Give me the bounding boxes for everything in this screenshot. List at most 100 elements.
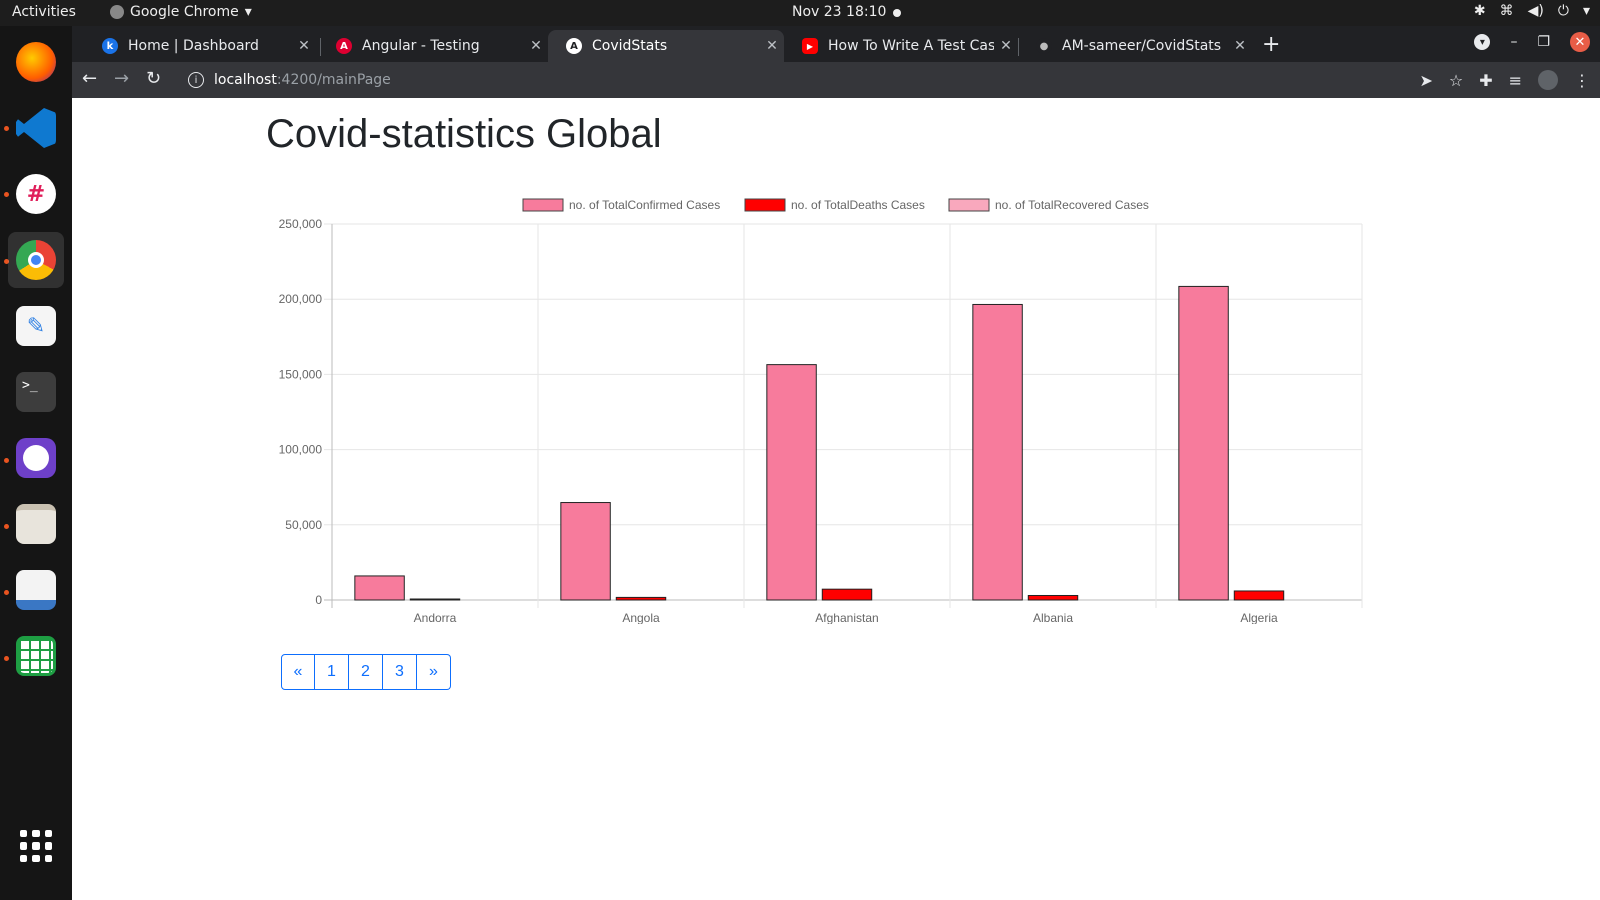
chart-legend: no. of TotalConfirmed Cases no. of TotalD… bbox=[522, 198, 1149, 212]
dock-text-editor[interactable]: ✎ bbox=[8, 298, 64, 354]
tab-test-case-video[interactable]: ▶ How To Write A Test Case ✕ bbox=[784, 30, 1018, 62]
firefox-icon bbox=[16, 42, 56, 82]
tab-search-icon[interactable]: ▾ bbox=[1474, 34, 1491, 50]
legend-swatch bbox=[522, 198, 564, 212]
bar-0-afghanistan bbox=[766, 364, 817, 601]
tab-title: Home | Dashboard bbox=[128, 38, 259, 54]
dock-firefox[interactable] bbox=[8, 34, 64, 90]
tab-close-icon[interactable]: ✕ bbox=[1228, 38, 1252, 54]
site-info-icon[interactable]: i bbox=[188, 72, 204, 88]
y-tick-label: 50,000 bbox=[285, 518, 322, 532]
back-arrow-icon[interactable]: ← bbox=[82, 68, 97, 89]
maximize-icon[interactable]: ❐ bbox=[1537, 34, 1550, 50]
x-tick-label: Angola bbox=[622, 611, 660, 624]
chrome-icon bbox=[16, 240, 56, 280]
tab-close-icon[interactable]: ✕ bbox=[760, 38, 784, 54]
clock[interactable]: Nov 23 18:10 bbox=[792, 4, 886, 20]
y-tick-label: 150,000 bbox=[279, 367, 323, 381]
address-bar[interactable]: i localhost:4200/mainPage bbox=[178, 66, 1368, 94]
bar-1-albania bbox=[1027, 594, 1079, 601]
new-tab-plus-icon[interactable]: + bbox=[1262, 32, 1280, 57]
tab-close-icon[interactable]: ✕ bbox=[524, 38, 548, 54]
y-axis: 0 50,000 100,000 150,000 200,000 250,000 bbox=[279, 217, 323, 607]
tray-caret-icon[interactable]: ▾ bbox=[1583, 3, 1590, 19]
x-tick-label: Albania bbox=[1033, 611, 1073, 624]
x-tick-label: Afghanistan bbox=[815, 611, 878, 624]
browser-toolbar: ← → ↻ i localhost:4200/mainPage ➤ ☆ ✚ ≡ … bbox=[72, 62, 1600, 98]
profile-avatar-icon[interactable] bbox=[1538, 70, 1558, 90]
document-viewer-icon bbox=[16, 570, 56, 610]
toolbar-actions: ➤ ☆ ✚ ≡ ⋮ bbox=[1419, 70, 1590, 90]
angular-favicon-icon: A bbox=[566, 38, 582, 54]
tab-home-dashboard[interactable]: k Home | Dashboard ✕ bbox=[84, 30, 316, 62]
slack-icon: # bbox=[16, 174, 56, 214]
tab-close-icon[interactable]: ✕ bbox=[292, 38, 316, 54]
y-tick-label: 250,000 bbox=[279, 217, 323, 231]
tab-covidstats[interactable]: A CovidStats ✕ bbox=[548, 30, 784, 62]
app-menu-label: Google Chrome bbox=[130, 4, 239, 20]
volume-icon[interactable]: ◀) bbox=[1528, 3, 1544, 19]
angular-favicon-icon: A bbox=[336, 38, 352, 54]
pagination-next[interactable]: » bbox=[417, 654, 451, 690]
files-icon bbox=[16, 504, 56, 544]
dock-document-viewer[interactable] bbox=[8, 562, 64, 618]
kebab-menu-icon[interactable]: ⋮ bbox=[1574, 71, 1590, 90]
dock-chrome[interactable] bbox=[8, 232, 64, 288]
bar-1-afghanistan bbox=[821, 588, 873, 601]
x-tick-label: Andorra bbox=[414, 611, 457, 624]
tab-title: AM-sameer/CovidStats bbox=[1062, 38, 1222, 54]
power-icon[interactable]: ⏻ bbox=[1558, 3, 1569, 19]
pagination: «1 2 3» bbox=[281, 654, 451, 690]
minimize-icon[interactable]: – bbox=[1510, 34, 1517, 50]
extensions-tray-icon[interactable]: ✱ bbox=[1474, 3, 1486, 19]
pagination-prev[interactable]: « bbox=[281, 654, 315, 690]
github-favicon-icon: ● bbox=[1036, 38, 1052, 54]
tab-close-icon[interactable]: ✕ bbox=[994, 38, 1018, 54]
dock-github[interactable] bbox=[8, 430, 64, 486]
legend-swatch bbox=[744, 198, 786, 212]
media-queue-icon[interactable]: ≡ bbox=[1509, 71, 1522, 90]
forward-arrow-icon[interactable]: → bbox=[114, 68, 129, 89]
github-icon bbox=[16, 438, 56, 478]
bar-0-andorra bbox=[354, 575, 405, 601]
dock: # ✎ >_ bbox=[0, 26, 72, 900]
bar-0-angola bbox=[560, 502, 611, 601]
bar-1-andorra bbox=[409, 598, 461, 601]
bar-chart: no. of TotalConfirmed Cases no. of TotalD… bbox=[279, 198, 1363, 624]
tab-angular-testing[interactable]: A Angular - Testing ✕ bbox=[318, 30, 548, 62]
page-content: Covid-statistics Global no. of TotalConf… bbox=[72, 98, 1600, 900]
send-icon[interactable]: ➤ bbox=[1419, 71, 1432, 90]
tab-title: CovidStats bbox=[592, 38, 668, 54]
dashboard-favicon-icon: k bbox=[102, 38, 118, 54]
activities-button[interactable]: Activities bbox=[12, 4, 76, 20]
tab-github-repo[interactable]: ● AM-sameer/CovidStats ✕ bbox=[1018, 30, 1252, 62]
spreadsheet-icon bbox=[16, 636, 56, 676]
network-icon[interactable]: ⌘ bbox=[1500, 3, 1514, 19]
bookmark-star-icon[interactable]: ☆ bbox=[1449, 71, 1463, 90]
app-menu[interactable]: Google Chrome ▾ bbox=[110, 4, 252, 20]
dock-show-apps[interactable] bbox=[8, 818, 64, 874]
close-window-icon[interactable]: ✕ bbox=[1570, 32, 1590, 52]
chrome-window: k Home | Dashboard ✕ A Angular - Testing… bbox=[72, 26, 1600, 900]
app-grid-icon bbox=[20, 830, 52, 862]
dock-calc[interactable] bbox=[8, 628, 64, 684]
dock-vscode[interactable] bbox=[8, 100, 64, 156]
legend-label: no. of TotalRecovered Cases bbox=[995, 198, 1149, 212]
system-tray[interactable]: ✱ ⌘ ◀) ⏻ ▾ bbox=[1474, 3, 1590, 19]
terminal-icon: >_ bbox=[16, 372, 56, 412]
dock-terminal[interactable]: >_ bbox=[8, 364, 64, 420]
dock-files[interactable] bbox=[8, 496, 64, 552]
pagination-page[interactable]: 1 bbox=[315, 654, 349, 690]
pagination-page[interactable]: 3 bbox=[383, 654, 417, 690]
extensions-puzzle-icon[interactable]: ✚ bbox=[1479, 71, 1492, 90]
tab-title: How To Write A Test Case bbox=[828, 38, 994, 54]
dock-slack[interactable]: # bbox=[8, 166, 64, 222]
y-tick-label: 0 bbox=[315, 593, 322, 607]
y-tick-label: 200,000 bbox=[279, 292, 323, 306]
reload-icon[interactable]: ↻ bbox=[146, 68, 161, 89]
x-tick-label: Algeria bbox=[1240, 611, 1278, 624]
notification-dot-icon bbox=[893, 9, 901, 17]
tab-title: Angular - Testing bbox=[362, 38, 480, 54]
pagination-page[interactable]: 2 bbox=[349, 654, 383, 690]
url-host: localhost bbox=[214, 72, 277, 88]
